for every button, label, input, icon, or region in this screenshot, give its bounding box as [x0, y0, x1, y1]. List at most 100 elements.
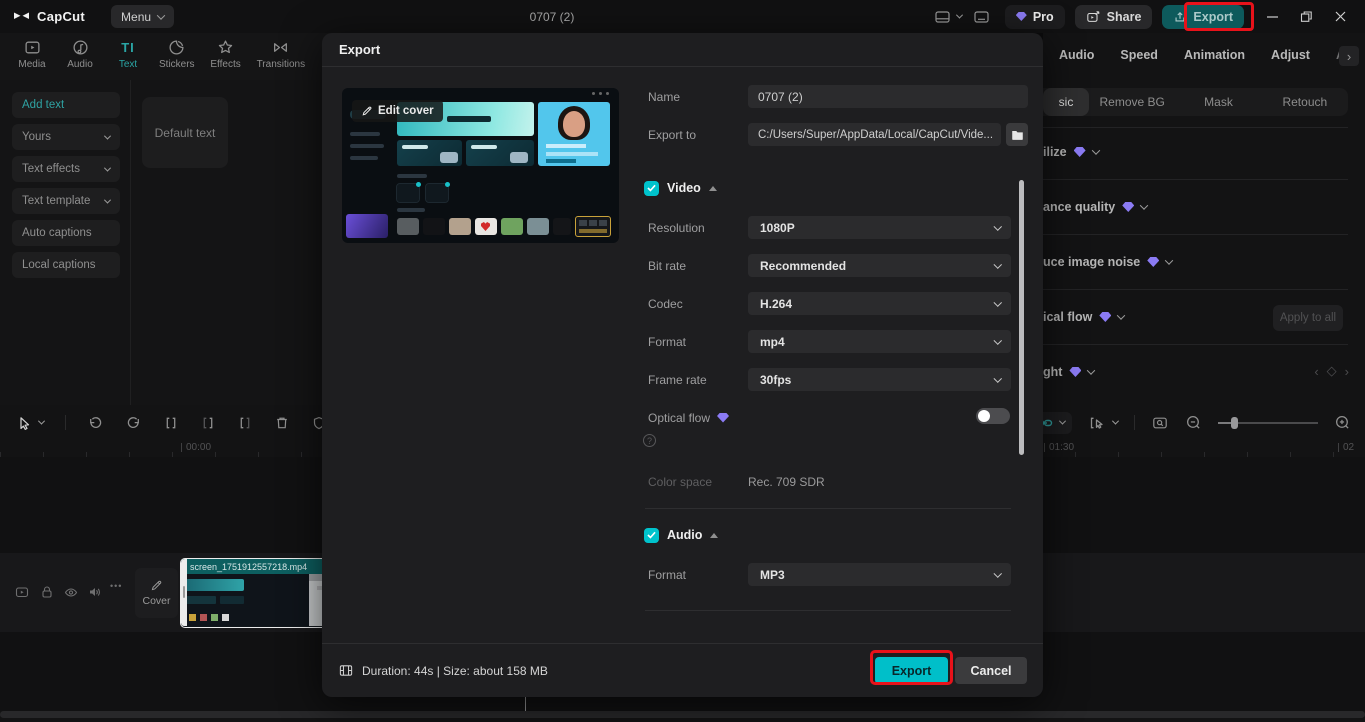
export-label: Export [1193, 9, 1233, 24]
film-icon [339, 665, 353, 676]
timeline-zoom-slider[interactable] [1218, 416, 1318, 430]
chevron-down-icon[interactable] [1117, 311, 1126, 320]
chevron-down-icon [993, 374, 1002, 382]
subtab-remove-bg[interactable]: Remove BG [1089, 95, 1175, 109]
divider [645, 610, 1011, 611]
captions-view-icon[interactable] [972, 9, 991, 25]
properties-panel: Audio Speed Animation Adjust A › sic Rem… [1043, 33, 1365, 405]
export-summary: Duration: 44s | Size: about 158 MB [362, 663, 548, 678]
zoom-out-button[interactable] [1185, 414, 1202, 431]
speaker-icon[interactable] [87, 584, 103, 600]
export-confirm-button[interactable]: Export [875, 657, 948, 684]
slider-knob[interactable] [1231, 416, 1238, 429]
collapse-icon[interactable] [708, 185, 717, 191]
name-label: Name [648, 89, 681, 104]
row-enhance-quality: ance quality [1043, 197, 1149, 217]
pro-diamond-icon [1122, 202, 1135, 212]
panel-item-auto-captions[interactable]: Auto captions [12, 220, 120, 246]
format-label: Format [648, 334, 687, 349]
keyframe-diamond-icon[interactable]: ◇ [1327, 363, 1337, 379]
folder-icon [1011, 130, 1023, 140]
tab-text[interactable]: TI Text [111, 39, 145, 70]
clip-left-handle[interactable] [181, 559, 187, 626]
cancel-button[interactable]: Cancel [955, 657, 1027, 684]
tab-animation[interactable]: Animation [1184, 48, 1245, 62]
browse-folder-button[interactable] [1006, 123, 1028, 146]
export-button-top[interactable]: Export [1162, 4, 1244, 29]
playhead[interactable] [525, 697, 526, 711]
codec-dropdown[interactable]: H.264 [748, 292, 1011, 315]
timeline-scrollbar[interactable] [0, 711, 1365, 718]
tab-audio[interactable]: Audio [63, 39, 97, 70]
tabs-next-button[interactable]: › [1339, 46, 1359, 66]
audio-checkbox[interactable] [644, 527, 659, 543]
optical-flow-toggle[interactable] [976, 408, 1010, 424]
panel-item-local-captions[interactable]: Local captions [12, 252, 120, 278]
tab-transitions[interactable]: Transitions [257, 39, 305, 70]
divider [1134, 415, 1135, 430]
framerate-dropdown[interactable]: 30fps [748, 368, 1011, 391]
chevron-down-icon [955, 11, 963, 19]
default-text-card[interactable]: Default text [142, 97, 228, 168]
ruler-label: 02 [1343, 442, 1355, 453]
share-button[interactable]: Share [1074, 4, 1153, 29]
undo-button[interactable] [87, 415, 104, 431]
optical-flow-label: Optical flow [648, 406, 730, 429]
minimize-button[interactable] [1266, 10, 1279, 23]
keyframe-next-icon[interactable]: › [1345, 364, 1349, 379]
export-path-input[interactable]: C:/Users/Super/AppData/Local/CapCut/Vide… [748, 123, 1001, 146]
lock-icon[interactable] [39, 584, 55, 600]
subtab-retouch[interactable]: Retouch [1262, 95, 1348, 109]
apply-to-all-button[interactable]: Apply to all [1273, 305, 1343, 331]
subtab-basic[interactable]: sic [1043, 88, 1089, 116]
cover-button[interactable]: Cover [135, 568, 178, 618]
media-icon [24, 41, 40, 54]
chevron-down-icon[interactable] [1087, 366, 1096, 375]
redo-button[interactable] [125, 415, 142, 431]
name-input[interactable]: 0707 (2) [748, 85, 1028, 108]
tab-effects[interactable]: Effects [209, 39, 243, 70]
tab-media[interactable]: Media [15, 39, 49, 70]
panel-item-text-template[interactable]: Text template [12, 188, 120, 214]
delete-right-icon[interactable] [237, 415, 253, 431]
audio-format-dropdown[interactable]: MP3 [748, 563, 1011, 586]
divider [1043, 127, 1348, 128]
layout-view-icon[interactable] [933, 9, 963, 25]
panel-item-yours[interactable]: Yours [12, 124, 120, 150]
tab-adjust[interactable]: Adjust [1271, 48, 1310, 62]
bitrate-dropdown[interactable]: Recommended [748, 254, 1011, 277]
delete-left-icon[interactable] [200, 415, 216, 431]
chevron-down-icon[interactable] [1140, 201, 1149, 210]
video-checkbox[interactable] [644, 180, 659, 196]
subtab-mask[interactable]: Mask [1175, 95, 1261, 109]
maximize-button[interactable] [1300, 10, 1313, 23]
keyframe-prev-icon[interactable]: ‹ [1314, 364, 1318, 379]
edit-cover-button[interactable]: Edit cover [352, 100, 443, 122]
zoom-in-button[interactable] [1334, 414, 1351, 431]
panel-item-text-effects[interactable]: Text effects [12, 156, 120, 182]
pro-button[interactable]: Pro [1004, 4, 1065, 29]
track-type-icon [14, 584, 30, 600]
cursor-mode-button[interactable] [1088, 415, 1120, 431]
split-icon[interactable] [163, 415, 179, 431]
format-dropdown[interactable]: mp4 [748, 330, 1011, 353]
tab-audio-props[interactable]: Audio [1059, 48, 1094, 62]
preview-frames-button[interactable] [1151, 415, 1169, 431]
close-button[interactable] [1334, 10, 1347, 23]
menu-button[interactable]: Menu [111, 5, 175, 28]
resolution-dropdown[interactable]: 1080P [748, 216, 1011, 239]
select-tool[interactable] [16, 415, 46, 431]
tab-speed[interactable]: Speed [1120, 48, 1158, 62]
help-icon[interactable]: ? [643, 434, 656, 447]
tab-stickers[interactable]: Stickers [159, 39, 195, 70]
panel-item-add-text[interactable]: Add text [12, 92, 120, 118]
chevron-down-icon[interactable] [1091, 146, 1100, 155]
more-icon[interactable]: ••• [110, 581, 122, 591]
delete-button[interactable] [274, 415, 290, 431]
audio-format-label: Format [648, 567, 687, 582]
preview-portrait [538, 102, 610, 166]
dialog-scrollbar[interactable] [1019, 180, 1024, 455]
eye-icon[interactable] [63, 584, 79, 600]
chevron-down-icon[interactable] [1165, 256, 1174, 265]
collapse-icon[interactable] [710, 532, 719, 538]
